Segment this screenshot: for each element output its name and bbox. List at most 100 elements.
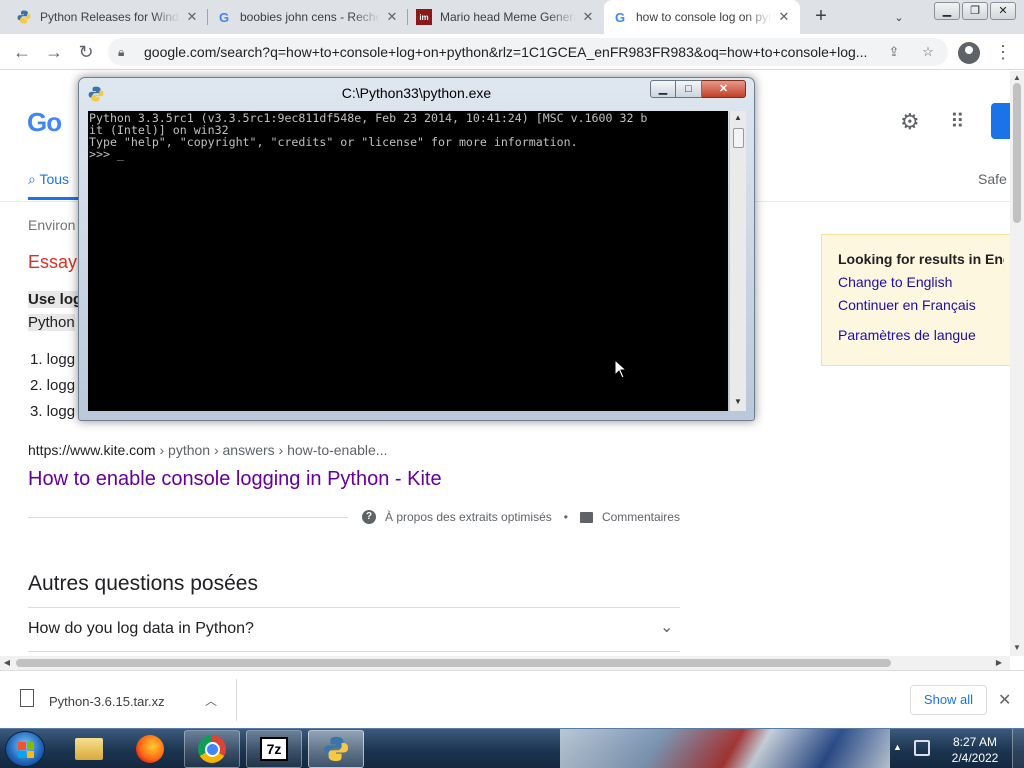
python-console-window[interactable]: C:\Python33\python.exe ▁ □ ✕ Python 3.3.… [78,77,755,421]
tab-google-search-1[interactable]: G boobies john cens - Recherche ✕ [208,0,408,34]
tab-close-icon[interactable]: ✕ [384,9,400,25]
firefox-icon [136,735,164,763]
help-icon[interactable]: ? [362,510,376,524]
tab-mario-meme[interactable]: im Mario head Meme Generator ✕ [408,0,604,34]
forward-arrow-icon[interactable]: → [42,40,66,64]
language-box-title: Looking for results in English? [838,251,1004,267]
change-to-english-link[interactable]: Change to English [838,274,1004,290]
tab-close-icon[interactable]: ✕ [580,9,596,25]
snippet-line: Python [28,314,75,331]
download-separator [236,679,237,721]
windows-taskbar: 7z ▲ 8:27 AM 2/4/2022 [0,728,1024,768]
settings-gear-icon[interactable]: ⚙ [900,109,920,135]
close-icon[interactable]: ✕ [998,690,1011,710]
tab-title: boobies john cens - Recherche [240,10,380,24]
scroll-down-arrow-icon[interactable]: ▼ [1012,643,1022,652]
archive-file-icon[interactable] [20,689,34,707]
tab-python-releases[interactable]: Python Releases for Windows ✕ [8,0,208,34]
maximize-icon[interactable]: □ [676,80,702,98]
clock[interactable]: 8:27 AM 2/4/2022 [944,734,1006,766]
chevron-down-icon[interactable]: ⌄ [660,617,673,637]
menu-kebab-icon[interactable]: ⋮ [994,40,1012,64]
tab-active-search[interactable]: G how to console log on python ✕ [604,0,800,34]
folder-icon [75,738,103,760]
minimize-icon[interactable]: ▁ [934,2,960,20]
tab-close-icon[interactable]: ✕ [776,9,792,25]
scroll-up-arrow-icon[interactable]: ▲ [730,113,746,122]
about-snippets-link[interactable]: À propos des extraits optimisés [385,510,552,524]
browser-toolbar: ← → ↻ 🔒︎ google.com/search?q=how+to+cons… [0,34,1024,70]
result-cite: https://www.kite.com › python › answers … [28,442,388,458]
scroll-up-arrow-icon[interactable]: ▲ [1012,73,1022,82]
tab-search-icon[interactable]: ⌄ [889,8,909,28]
sign-in-button[interactable] [991,103,1010,139]
download-filename[interactable]: Python-3.6.15.tar.xz [49,694,165,709]
show-all-button[interactable]: Show all [910,685,987,715]
reload-icon[interactable]: ↻ [74,40,98,64]
python-icon [16,9,32,25]
share-icon[interactable]: ⇪ [884,44,904,60]
star-icon[interactable]: ☆ [918,44,938,60]
google-logo[interactable]: Go [27,107,62,138]
restore-icon[interactable]: ❐ [962,2,988,20]
result-title-link[interactable]: How to enable console logging in Python … [28,468,442,491]
scroll-thumb[interactable] [16,659,891,667]
feedback-link[interactable]: Commentaires [602,510,680,524]
tray-expand-icon[interactable]: ▲ [893,742,902,752]
list-item: 1. logg [30,351,76,368]
google-icon: G [614,9,626,25]
clock-time: 8:27 AM [952,735,998,749]
horizontal-scrollbar[interactable]: ◀ ▶ [0,656,1010,670]
tab-close-icon[interactable]: ✕ [184,9,200,25]
taskbar-explorer[interactable] [61,730,117,768]
language-suggestion-box: Looking for results in English? Change t… [821,234,1010,366]
apps-grid-icon[interactable]: ⠿ [950,109,965,134]
result-divider [28,517,348,518]
language-settings-link[interactable]: Paramètres de langue [838,327,1004,343]
clock-date: 2/4/2022 [951,751,999,765]
chevron-up-icon[interactable]: ︿ [205,692,217,709]
start-button[interactable] [5,731,45,767]
search-tab-all[interactable]: ⌕ Tous [28,171,69,188]
profile-avatar-icon[interactable] [958,42,980,64]
close-icon[interactable]: ✕ [990,2,1016,20]
lock-icon: 🔒︎ [118,44,125,59]
url-text: google.com/search?q=how+to+console+log+o… [144,44,868,60]
vertical-scrollbar[interactable]: ▲ ▼ [1010,71,1024,656]
window-controls: ▁ ❐ ✕ [934,2,1016,20]
python-icon [323,736,349,762]
paa-question[interactable]: How do you log data in Python? [28,620,254,638]
taskbar-firefox[interactable] [122,730,178,768]
python-icon[interactable] [88,86,104,102]
result-stats: Environ [28,217,76,233]
tab-strip: Python Releases for Windows ✕ G boobies … [0,0,1024,34]
paa-divider [28,651,680,652]
minimize-icon[interactable]: ▁ [650,80,676,98]
scroll-thumb[interactable] [1013,83,1021,223]
feedback-icon[interactable] [579,511,593,523]
new-tab-button[interactable]: + [810,6,832,28]
taskbar-7zip[interactable]: 7z [246,730,302,768]
list-item: 3. logg [30,403,76,420]
close-icon[interactable]: ✕ [702,80,746,98]
google-icon: G [218,9,230,25]
console-scrollbar[interactable]: ▲ ▼ [729,111,746,411]
scroll-thumb[interactable] [733,128,744,148]
show-desktop-button[interactable] [1012,729,1024,768]
people-also-ask-title: Autres questions posées [28,572,258,595]
tab-title: Python Releases for Windows [40,10,180,24]
scroll-down-arrow-icon[interactable]: ▼ [730,397,746,406]
download-bar: Python-3.6.15.tar.xz ︿ Show all ✕ [0,670,1024,728]
taskbar-chrome[interactable] [184,730,240,768]
console-output[interactable]: Python 3.3.5rc1 (v3.3.5rc1:9ec811df548e,… [88,111,728,411]
scroll-left-arrow-icon[interactable]: ◀ [2,658,12,667]
back-arrow-icon[interactable]: ← [10,40,34,64]
continue-french-link[interactable]: Continuer en Français [838,297,1004,313]
address-bar[interactable]: 🔒︎ google.com/search?q=how+to+console+lo… [108,38,948,66]
windows-logo-icon [18,742,34,758]
scroll-right-arrow-icon[interactable]: ▶ [994,658,1004,667]
taskbar-python[interactable] [308,730,364,768]
network-icon[interactable] [914,740,930,756]
safesearch-link[interactable]: Safe [978,171,1007,187]
search-icon: ⌕ [28,171,40,187]
